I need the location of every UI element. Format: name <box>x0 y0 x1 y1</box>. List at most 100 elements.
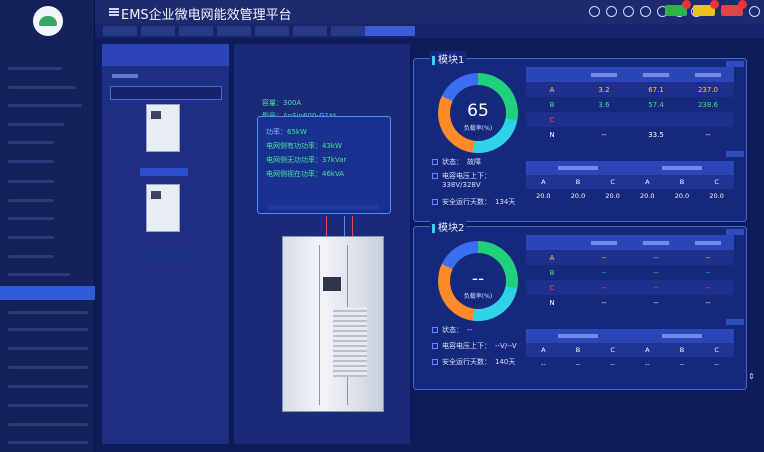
table-cell: N <box>549 298 555 307</box>
table-cell: 状态： <box>442 326 463 334</box>
sidebar-item[interactable] <box>8 328 88 331</box>
device-thumbnail-2[interactable] <box>146 184 180 232</box>
top-bar: EMS企业微电网能效管理平台 <box>95 0 764 24</box>
table-cell: 20.0 <box>536 192 551 200</box>
table-cell: -- <box>714 360 719 368</box>
sidebar-item[interactable] <box>8 441 88 444</box>
safe-days-line: 安全运行天数： 140天 <box>432 357 515 367</box>
table-cell: 电网侧视在功率： <box>266 170 322 178</box>
more-link[interactable] <box>726 151 744 157</box>
voltage-icon <box>432 343 438 349</box>
table-cell: -- <box>653 268 659 277</box>
capacitor-voltage-line: 电容电压上下： --V/--V <box>432 341 517 351</box>
sidebar-item[interactable] <box>8 180 54 183</box>
sidebar-item[interactable] <box>8 255 54 258</box>
sidebar-item[interactable] <box>8 160 54 163</box>
sidebar-item[interactable] <box>8 385 88 388</box>
sidebar-item[interactable] <box>8 366 88 369</box>
load-rate-value: -- <box>471 269 485 289</box>
tab[interactable] <box>255 26 289 36</box>
sidebar-item[interactable] <box>8 423 88 426</box>
table-header <box>526 329 630 343</box>
alert-badge-yellow[interactable] <box>693 0 719 16</box>
device-caption[interactable] <box>140 252 188 260</box>
table-cell: -- <box>630 250 682 265</box>
alert-badge-green[interactable] <box>665 0 691 16</box>
table-header <box>682 67 734 82</box>
table-cell: 3.2 <box>578 82 630 97</box>
device-type-select[interactable] <box>110 86 222 100</box>
tab-active[interactable] <box>365 26 415 36</box>
table-header-phase <box>526 235 578 250</box>
spec-capacity: 容量：300A <box>262 98 301 108</box>
tab[interactable] <box>217 26 251 36</box>
voltage-icon <box>432 173 438 179</box>
status-line: 状态： 故障 <box>432 157 481 167</box>
menu-toggle-icon[interactable] <box>109 8 119 16</box>
table-cell: -- <box>578 280 630 295</box>
sidebar-item[interactable] <box>8 199 54 202</box>
table-cell: 3.6 <box>598 100 610 109</box>
table-cell: -- <box>644 360 650 368</box>
sidebar-item[interactable] <box>8 311 88 314</box>
sidebar-item-active[interactable] <box>0 286 95 300</box>
module-1-title: 模块1 <box>430 51 467 66</box>
sidebar-item[interactable] <box>8 273 70 276</box>
table-cell: -- <box>610 360 615 368</box>
table-cell: -- <box>682 280 734 295</box>
sidebar-item[interactable] <box>8 86 76 89</box>
alert-badge-red[interactable] <box>721 0 747 16</box>
table-cell: 电容电压上下： <box>442 342 491 350</box>
refresh-icon[interactable] <box>640 6 651 17</box>
sidebar-item[interactable] <box>8 67 62 70</box>
table-row: A -- -- -- <box>526 250 734 265</box>
load-rate-gauge: -- 负载率(%) <box>438 241 518 321</box>
table-subheader: ABCABC <box>526 343 734 357</box>
table-cell: 300A <box>283 99 302 107</box>
shield-icon <box>432 199 438 205</box>
table-cell: -- <box>540 360 546 368</box>
table-cell: A <box>526 250 578 265</box>
module-2-title: 模块2 <box>430 219 467 234</box>
table-cell: 65kW <box>287 128 307 136</box>
spec-power: 功率：65kW <box>266 127 307 137</box>
sidebar-item[interactable] <box>8 123 64 126</box>
sidebar-item[interactable] <box>8 217 54 220</box>
sidebar-item[interactable] <box>8 104 82 107</box>
table-cell: A <box>526 343 561 357</box>
table-cell: 电网侧无功功率： <box>266 156 322 164</box>
tab[interactable] <box>103 26 137 36</box>
device-list-header <box>102 44 229 66</box>
sidebar-item[interactable] <box>8 404 88 407</box>
sidebar-item[interactable] <box>8 236 54 239</box>
table-cell: -- <box>679 360 685 368</box>
shield-icon <box>432 359 438 365</box>
load-rate-value: 65 <box>467 101 489 121</box>
table-cell: 46kVA <box>322 170 345 178</box>
table-cell: -- <box>575 360 581 368</box>
table-cell: 容量： <box>262 99 283 107</box>
table-cell: 238.6 <box>697 100 719 109</box>
screen-icon[interactable] <box>589 6 600 17</box>
search-icon[interactable] <box>606 6 617 17</box>
notification-dot <box>738 0 747 9</box>
table-cell: -- <box>467 326 473 334</box>
table-cell: -- <box>705 298 711 307</box>
tab[interactable] <box>293 26 327 36</box>
table-cell: 20.0 <box>709 192 724 200</box>
sidebar-item[interactable] <box>8 141 54 144</box>
device-caption-selected[interactable] <box>140 168 188 176</box>
scroll-handle-icon[interactable]: ⇕ <box>748 372 756 381</box>
tab[interactable] <box>141 26 175 36</box>
table-cell: 338V/328V <box>442 181 481 189</box>
tab-bar <box>95 24 764 38</box>
table-header <box>629 161 734 175</box>
table-cell <box>630 112 682 127</box>
device-thumbnail-1[interactable] <box>146 104 180 152</box>
more-link[interactable] <box>726 319 744 325</box>
user-icon[interactable] <box>749 6 760 17</box>
settings-icon[interactable] <box>623 6 634 17</box>
tab[interactable] <box>179 26 213 36</box>
sidebar-item[interactable] <box>8 347 88 350</box>
table-cell: 安全运行天数： <box>442 358 491 366</box>
